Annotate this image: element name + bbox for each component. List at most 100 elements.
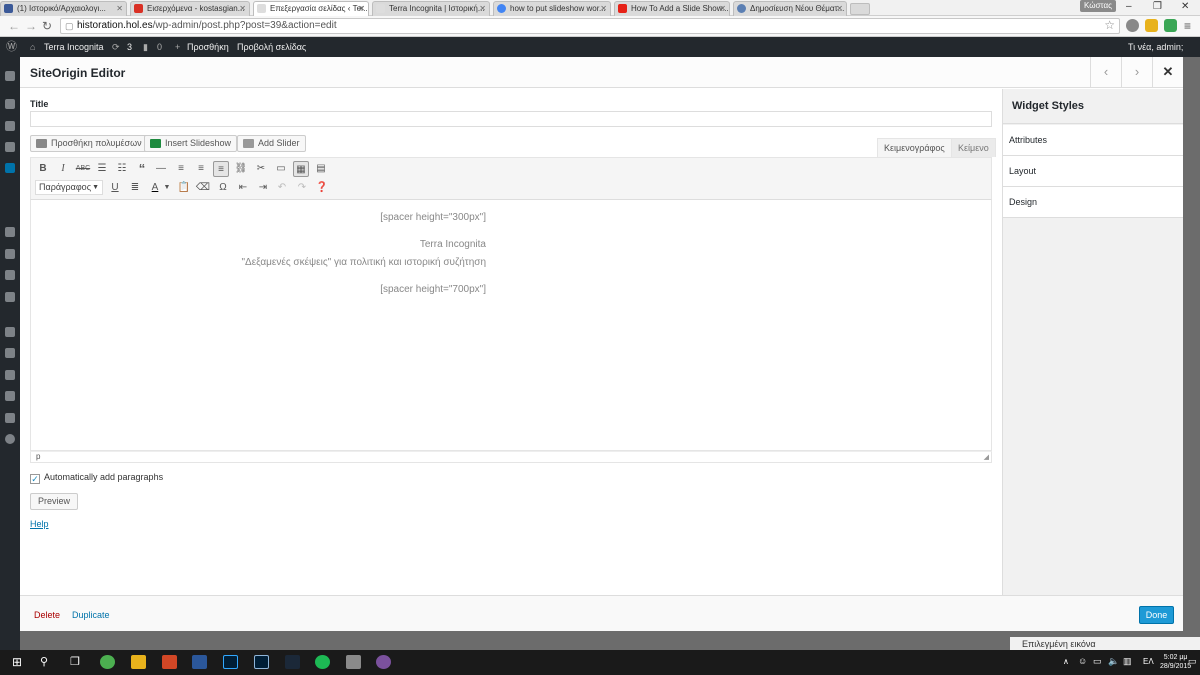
close-tab-icon[interactable]: ✕ bbox=[600, 2, 607, 15]
powerpoint-icon[interactable] bbox=[162, 655, 177, 669]
extension-icon[interactable] bbox=[1126, 19, 1139, 32]
close-modal-button[interactable]: ✕ bbox=[1152, 57, 1183, 88]
add-slider-button[interactable]: Add Slider bbox=[237, 135, 306, 152]
duplicate-link[interactable]: Duplicate bbox=[72, 610, 110, 620]
task-view-icon[interactable]: ❐ bbox=[70, 655, 80, 668]
users-icon[interactable] bbox=[5, 370, 15, 380]
done-button[interactable]: Done bbox=[1139, 606, 1174, 624]
clear-formatting-icon[interactable]: ⌫ bbox=[195, 180, 211, 196]
toolbar-toggle-icon[interactable]: ▦ bbox=[293, 161, 309, 177]
comments-icon[interactable]: ▮ bbox=[143, 37, 148, 57]
url-input[interactable]: ▢ historation.hol.es/wp-admin/post.php?p… bbox=[60, 18, 1120, 34]
align-right-icon[interactable]: ≡ bbox=[213, 161, 229, 177]
numbered-list-icon[interactable]: ☷ bbox=[114, 161, 130, 177]
contact-icon[interactable] bbox=[5, 270, 15, 280]
close-tab-icon[interactable]: ✕ bbox=[836, 2, 843, 15]
menu-icon[interactable]: ≡ bbox=[1184, 19, 1191, 33]
close-tab-icon[interactable]: ✕ bbox=[358, 2, 365, 15]
delete-link[interactable]: Delete bbox=[34, 610, 60, 620]
profile-badge[interactable]: Κώστας bbox=[1080, 0, 1116, 12]
volume-icon[interactable]: 🔈 bbox=[1108, 656, 1119, 667]
format-select[interactable]: Παράγραφος ▼ bbox=[35, 180, 103, 195]
browser-tab[interactable]: Εισερχόμενα - kostasgian... ✕ bbox=[130, 1, 250, 16]
bookmark-star-icon[interactable]: ☆ bbox=[1104, 18, 1115, 32]
strikethrough-icon[interactable]: ABC bbox=[75, 161, 91, 177]
forward-icon[interactable]: → bbox=[25, 19, 37, 33]
section-design[interactable]: Design bbox=[1003, 187, 1183, 218]
input-language[interactable]: ΕΛ bbox=[1143, 657, 1154, 666]
minimize-icon[interactable]: – bbox=[1126, 1, 1132, 12]
wordpress-logo-icon[interactable]: Ⓦ bbox=[6, 37, 17, 57]
system-clock[interactable]: 5:02 μμ 28/9/2015 bbox=[1160, 653, 1191, 671]
browser-tab[interactable]: How To Add a Slide Show... ✕ bbox=[614, 1, 730, 16]
collapse-menu-icon[interactable] bbox=[5, 434, 15, 444]
battery-icon[interactable]: ▭ bbox=[1093, 656, 1102, 667]
browser-tab-active[interactable]: Επεξεργασία σελίδας ‹ Ter... ✕ bbox=[253, 1, 369, 16]
site-name-link[interactable]: Terra Incognita bbox=[44, 37, 104, 57]
slider-icon[interactable] bbox=[5, 413, 15, 423]
previous-widget-button[interactable]: ‹ bbox=[1090, 57, 1121, 88]
redo-icon[interactable]: ↷ bbox=[294, 180, 310, 196]
steam-icon[interactable] bbox=[285, 655, 300, 669]
browser-tab[interactable]: how to put slideshow wor... ✕ bbox=[493, 1, 611, 16]
special-character-icon[interactable]: Ω bbox=[215, 180, 231, 196]
new-content-link[interactable]: Προσθήκη bbox=[187, 37, 229, 57]
updates-icon[interactable]: ⟳ bbox=[112, 37, 120, 57]
new-tab-button[interactable] bbox=[850, 3, 870, 15]
checkbox-checked[interactable]: ✓ bbox=[30, 474, 40, 484]
distraction-free-icon[interactable]: ▤ bbox=[313, 161, 329, 177]
element-path[interactable]: p bbox=[36, 452, 40, 461]
close-tab-icon[interactable]: ✕ bbox=[239, 2, 246, 15]
italic-icon[interactable]: I bbox=[55, 161, 71, 177]
align-center-icon[interactable]: ≡ bbox=[193, 161, 209, 177]
search-icon[interactable]: ⚲ bbox=[40, 655, 48, 668]
comments-menu-icon[interactable] bbox=[5, 227, 15, 237]
photoshop-icon[interactable] bbox=[223, 655, 238, 669]
links-icon[interactable] bbox=[5, 142, 15, 152]
tab-text[interactable]: Κείμενο bbox=[951, 138, 996, 157]
view-page-link[interactable]: Προβολή σελίδας bbox=[237, 37, 306, 57]
windows-start-icon[interactable]: ⊞ bbox=[12, 655, 22, 669]
chrome-icon[interactable] bbox=[100, 655, 115, 669]
app-icon[interactable] bbox=[346, 655, 361, 669]
outdent-icon[interactable]: ⇤ bbox=[235, 180, 251, 196]
next-widget-button[interactable]: › bbox=[1121, 57, 1152, 88]
bullet-list-icon[interactable]: ☰ bbox=[94, 161, 110, 177]
horizontal-rule-icon[interactable]: — bbox=[153, 161, 169, 177]
restore-icon[interactable]: ❐ bbox=[1153, 1, 1162, 12]
help-icon[interactable]: ❓ bbox=[314, 180, 330, 196]
preview-button[interactable]: Preview bbox=[30, 493, 79, 510]
add-media-button[interactable]: Προσθήκη πολυμέσων bbox=[30, 135, 148, 152]
plugins-icon[interactable] bbox=[5, 327, 15, 337]
lightroom-icon[interactable] bbox=[254, 655, 269, 669]
viber-icon[interactable] bbox=[376, 655, 391, 669]
insert-slideshow-button[interactable]: Insert Slideshow bbox=[144, 135, 238, 152]
editor-content-area[interactable]: [spacer height="300px"] Terra Incognita … bbox=[30, 200, 992, 451]
title-input[interactable] bbox=[30, 111, 992, 127]
notifications-icon[interactable]: ▭ bbox=[1188, 656, 1197, 667]
spotify-icon[interactable] bbox=[315, 655, 330, 669]
forms-icon[interactable] bbox=[5, 249, 15, 259]
network-icon[interactable]: ▥ bbox=[1123, 656, 1132, 667]
section-attributes[interactable]: Attributes bbox=[1003, 125, 1183, 156]
justify-icon[interactable]: ≣ bbox=[127, 180, 143, 196]
align-left-icon[interactable]: ≡ bbox=[173, 161, 189, 177]
resize-handle-icon[interactable]: ◢ bbox=[984, 453, 989, 463]
back-icon[interactable]: ← bbox=[8, 19, 20, 33]
account-greeting[interactable]: Τι νέα, admin; bbox=[1128, 37, 1183, 57]
word-icon[interactable] bbox=[192, 655, 207, 669]
pages-icon[interactable] bbox=[5, 163, 15, 173]
close-tab-icon[interactable]: ✕ bbox=[116, 2, 123, 15]
auto-paragraphs-option[interactable]: ✓ Automatically add paragraphs bbox=[30, 472, 163, 484]
read-more-icon[interactable]: ▭ bbox=[273, 161, 289, 177]
browser-tab[interactable]: Terra Incognita | Ιστορική... ✕ bbox=[372, 1, 490, 16]
page-info-icon[interactable]: ▢ bbox=[65, 19, 74, 33]
media-icon[interactable] bbox=[5, 121, 15, 131]
dashboard-icon[interactable] bbox=[5, 71, 15, 81]
tray-chevron-icon[interactable]: ∧ bbox=[1063, 657, 1069, 666]
section-layout[interactable]: Layout bbox=[1003, 156, 1183, 187]
underline-icon[interactable]: U bbox=[107, 180, 123, 196]
help-link[interactable]: Help bbox=[30, 519, 49, 529]
extension-icon[interactable] bbox=[1145, 19, 1158, 32]
undo-icon[interactable]: ↶ bbox=[274, 180, 290, 196]
